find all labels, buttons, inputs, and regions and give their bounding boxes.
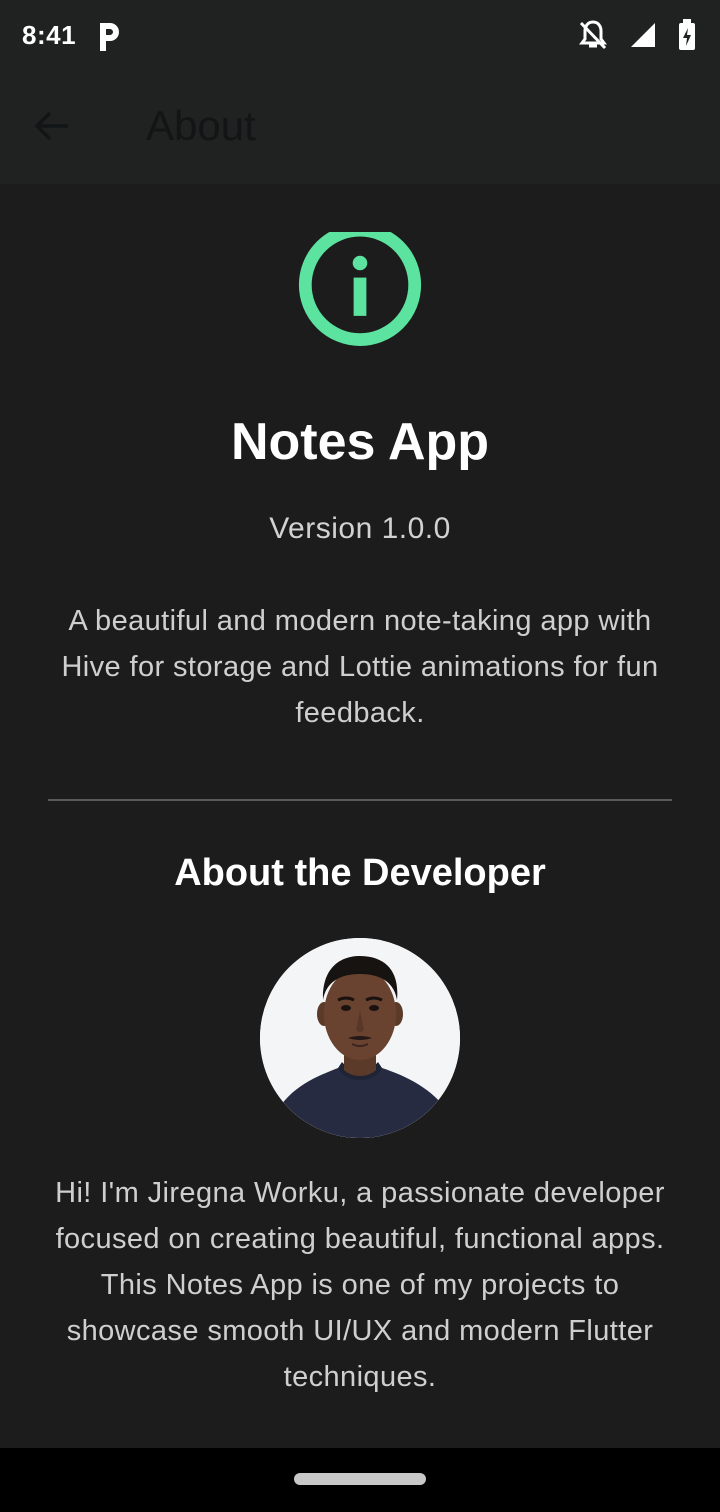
- developer-heading: About the Developer: [174, 852, 546, 894]
- status-time: 8:41: [22, 20, 77, 50]
- signal-icon: [630, 22, 656, 53]
- divider: [48, 799, 672, 801]
- info-icon: [292, 232, 428, 356]
- page-title: About: [146, 102, 256, 149]
- arrow-back-icon: [34, 110, 70, 147]
- app-description: A beautiful and modern note-taking app w…: [61, 605, 659, 729]
- app-version: Version 1.0.0: [269, 512, 451, 545]
- developer-bio: Hi! I'm Jiregna Worku, a passionate deve…: [55, 1177, 665, 1393]
- back-button[interactable]: [24, 100, 80, 156]
- about-content[interactable]: Notes App Version 1.0.0 A beautiful and …: [0, 184, 720, 1448]
- p-app-icon: [96, 20, 122, 54]
- notifications-off-icon: [578, 19, 608, 56]
- app-bar: About: [0, 72, 720, 184]
- battery-icon: [678, 18, 696, 56]
- status-bar: 8:41: [0, 0, 720, 72]
- home-gesture-handle[interactable]: [294, 1473, 426, 1485]
- developer-avatar: [260, 938, 460, 1138]
- app-name: Notes App: [230, 413, 490, 471]
- system-nav-bar: [0, 1448, 720, 1512]
